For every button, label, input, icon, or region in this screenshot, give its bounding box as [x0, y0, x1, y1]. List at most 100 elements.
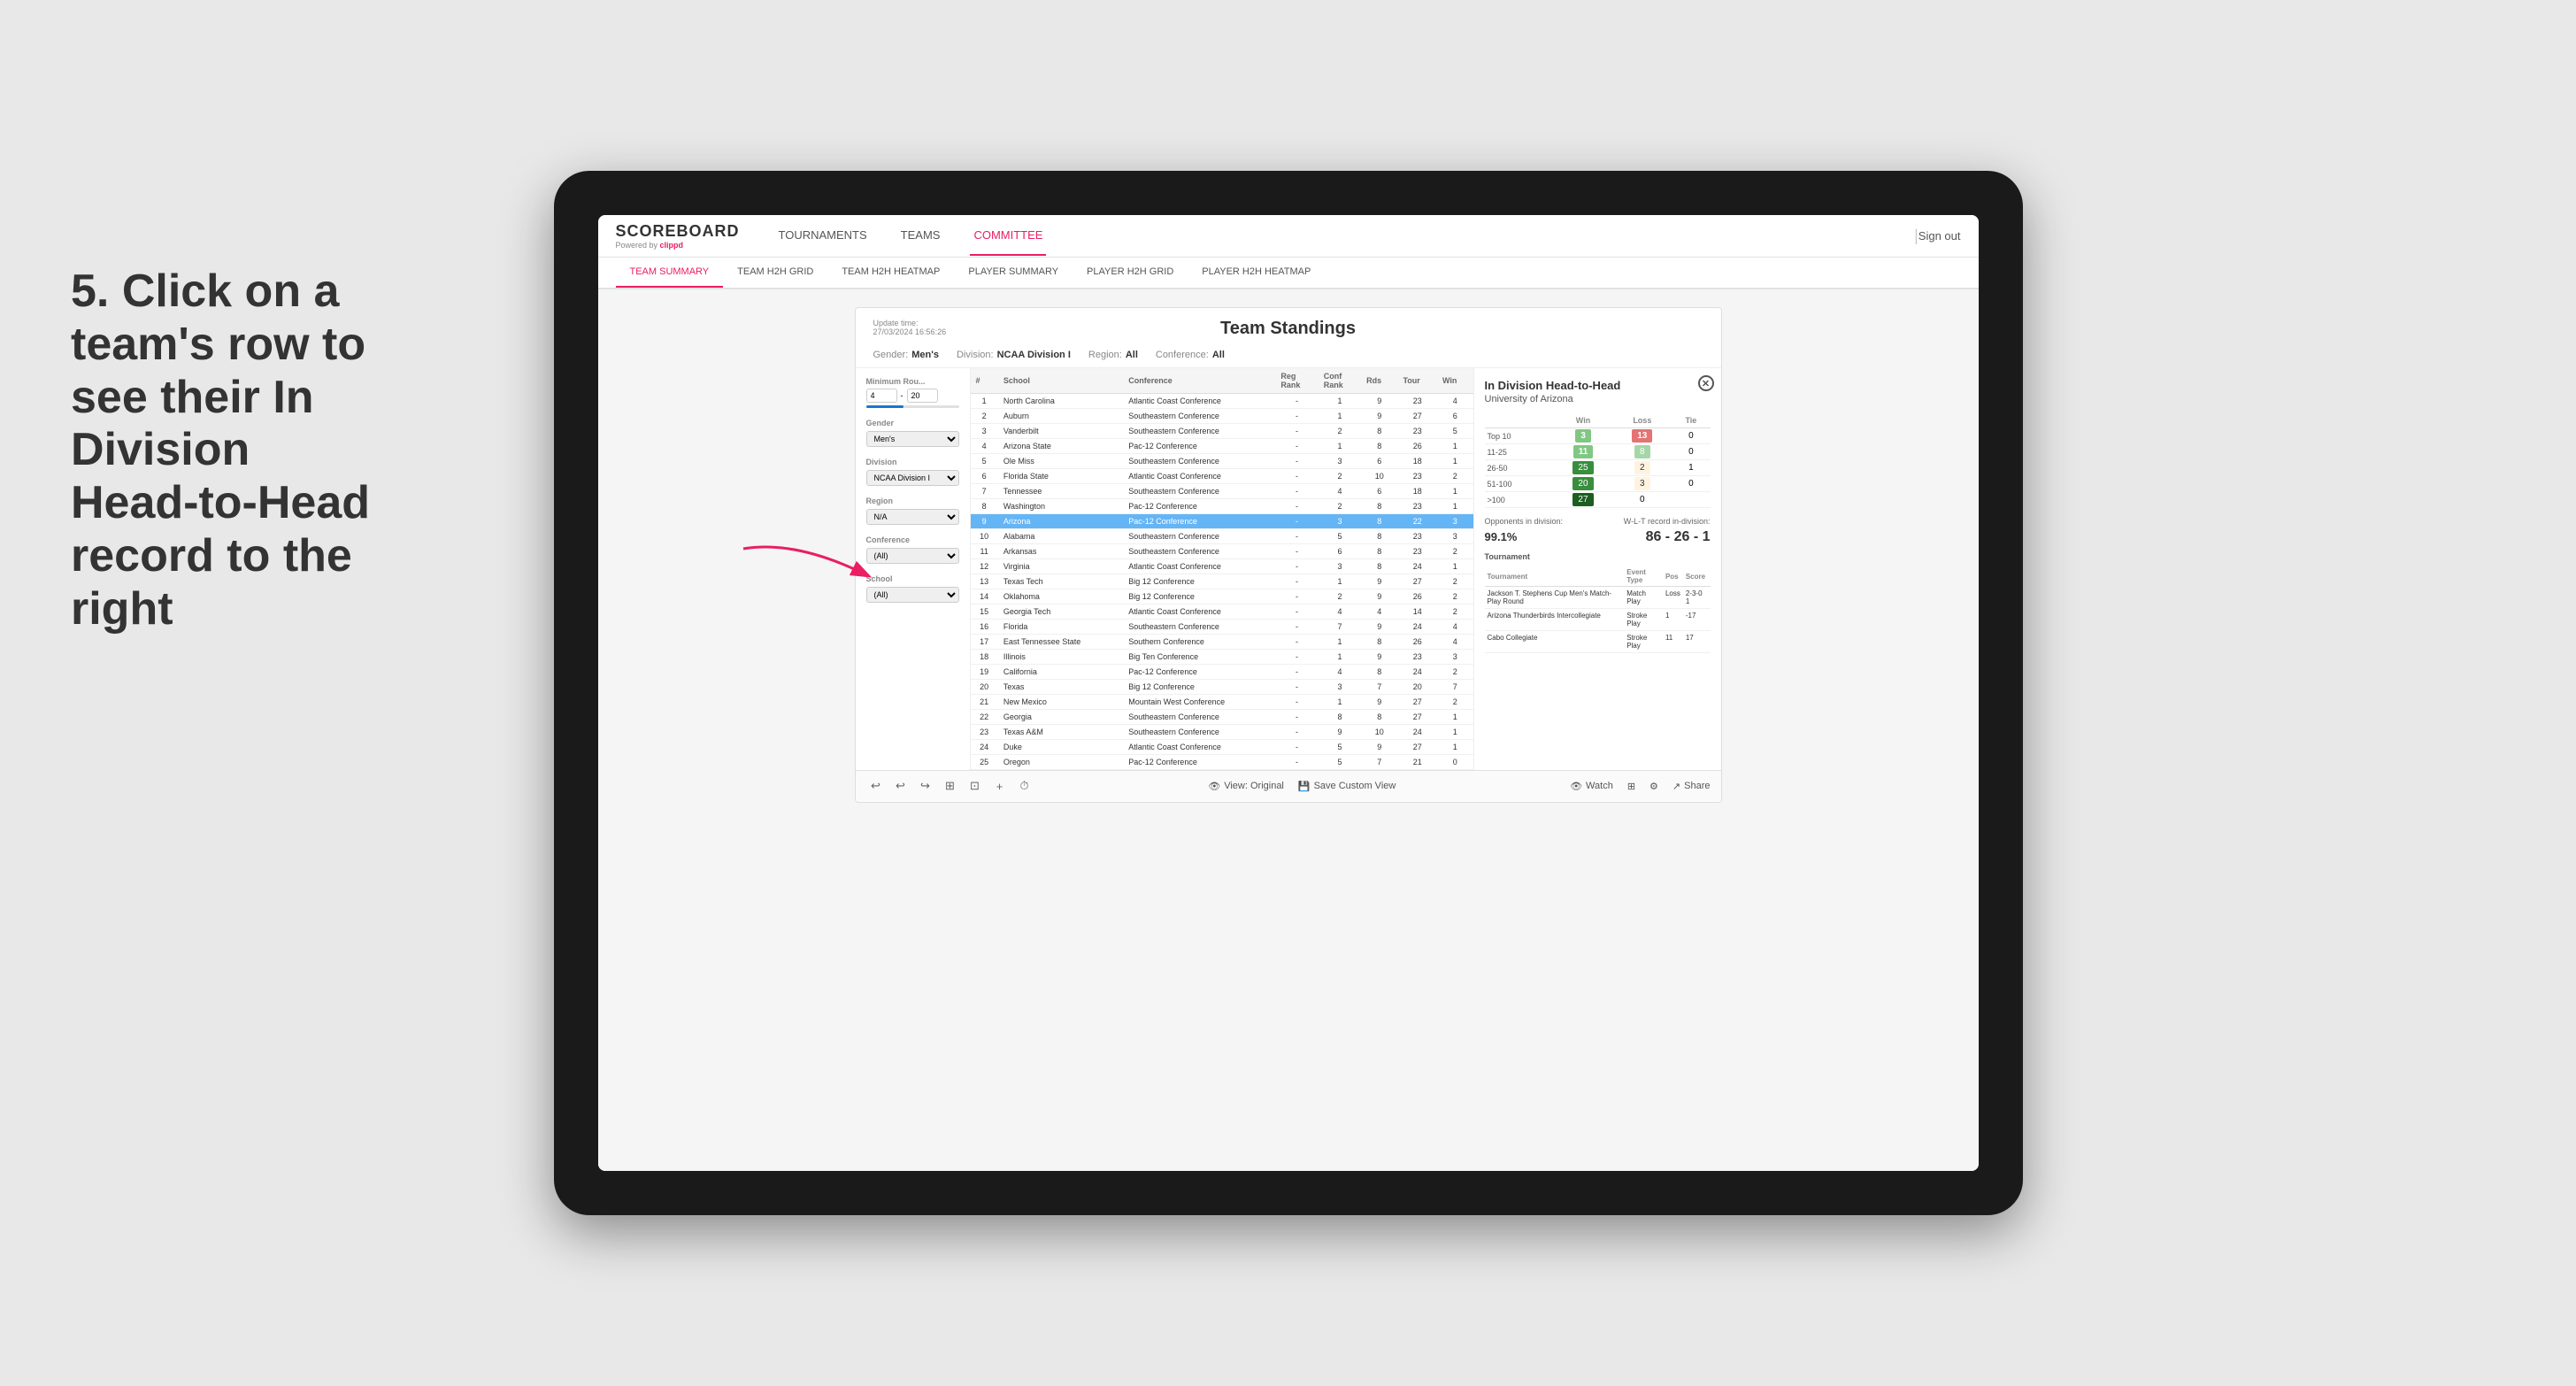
copy-button[interactable]: ⊞: [941, 776, 960, 796]
row-conference: Southeastern Conference: [1123, 725, 1275, 740]
app-panel: Update time: 27/03/2024 16:56:26 Team St…: [598, 289, 1979, 1171]
sign-out-link[interactable]: Sign out: [1919, 229, 1961, 243]
add-button[interactable]: +: [990, 776, 1010, 796]
min-rounds-max-input[interactable]: [907, 389, 938, 403]
h2h-row-top10[interactable]: Top 10 3 13 0: [1485, 428, 1711, 444]
row-conference: Atlantic Coast Conference: [1123, 469, 1275, 484]
row-conference: Atlantic Coast Conference: [1123, 559, 1275, 574]
table-row[interactable]: 24 Duke Atlantic Coast Conference - 5 9 …: [971, 740, 1473, 755]
subnav-player-h2h-grid[interactable]: PLAYER H2H GRID: [1073, 258, 1188, 288]
row-rds: 8: [1361, 635, 1397, 650]
h2h-loss-11-25: 8: [1612, 444, 1672, 460]
table-row[interactable]: 23 Texas A&M Southeastern Conference - 9…: [971, 725, 1473, 740]
row-school: Georgia Tech: [998, 604, 1123, 620]
min-rounds-min-input[interactable]: [866, 389, 897, 403]
division-select[interactable]: NCAA Division I NCAA Division II: [866, 470, 959, 486]
subnav-team-summary[interactable]: TEAM SUMMARY: [616, 258, 724, 288]
table-row[interactable]: 17 East Tennessee State Southern Confere…: [971, 635, 1473, 650]
conference-select[interactable]: (All): [866, 548, 959, 564]
update-time-label: Update time:: [873, 319, 947, 327]
table-row[interactable]: 8 Washington Pac-12 Conference - 2 8 23 …: [971, 499, 1473, 514]
row-rds: 10: [1361, 469, 1397, 484]
undo2-button[interactable]: ↩: [891, 776, 911, 796]
subnav-player-h2h-heatmap[interactable]: PLAYER H2H HEATMAP: [1188, 258, 1325, 288]
row-num: 1: [971, 394, 998, 409]
school-select[interactable]: (All): [866, 587, 959, 603]
opponents-row: Opponents in division: W-L-T record in-d…: [1485, 517, 1711, 526]
row-rds: 8: [1361, 514, 1397, 529]
row-reg-rank: -: [1275, 484, 1318, 499]
table-row[interactable]: 7 Tennessee Southeastern Conference - 4 …: [971, 484, 1473, 499]
table-row[interactable]: 22 Georgia Southeastern Conference - 8 8…: [971, 710, 1473, 725]
nav-teams[interactable]: TEAMS: [897, 216, 944, 256]
table-row[interactable]: 11 Arkansas Southeastern Conference - 6 …: [971, 544, 1473, 559]
watch-button[interactable]: 👁 Watch: [1570, 781, 1613, 792]
share-button[interactable]: ↗ Share: [1672, 781, 1711, 792]
row-win: 2: [1437, 469, 1473, 484]
nav-tournaments[interactable]: TOURNAMENTS: [775, 216, 871, 256]
table-row[interactable]: 6 Florida State Atlantic Coast Conferenc…: [971, 469, 1473, 484]
school-label: School: [866, 574, 959, 583]
range-slider[interactable]: [866, 405, 959, 408]
row-conf-rank: 1: [1319, 439, 1361, 454]
row-school: North Carolina: [998, 394, 1123, 409]
table-row[interactable]: 9 Arizona Pac-12 Conference - 3 8 22 3: [971, 514, 1473, 529]
row-rds: 6: [1361, 484, 1397, 499]
table-row[interactable]: 5 Ole Miss Southeastern Conference - 3 6…: [971, 454, 1473, 469]
sidebar-filters: Minimum Rou... -: [856, 368, 971, 770]
paste-button[interactable]: ⊡: [965, 776, 985, 796]
h2h-close-button[interactable]: ✕: [1698, 375, 1714, 391]
h2h-rank-26-50: 26-50: [1485, 460, 1554, 476]
tablet-frame: SCOREBOARD Powered by clippd TOURNAMENTS…: [554, 171, 2023, 1215]
region-filter-display: Region: All: [1088, 350, 1138, 360]
table-row[interactable]: 15 Georgia Tech Atlantic Coast Conferenc…: [971, 604, 1473, 620]
region-filter-value: All: [1126, 350, 1138, 360]
table-row[interactable]: 10 Alabama Southeastern Conference - 5 8…: [971, 529, 1473, 544]
tournament-row-2[interactable]: Arizona Thunderbirds Intercollegiate Str…: [1485, 609, 1711, 631]
table-row[interactable]: 20 Texas Big 12 Conference - 3 7 20 7: [971, 680, 1473, 695]
h2h-win-26-50: 25: [1554, 460, 1613, 476]
table-row[interactable]: 21 New Mexico Mountain West Conference -…: [971, 695, 1473, 710]
undo-button[interactable]: ↩: [866, 776, 886, 796]
h2h-row-11-25[interactable]: 11-25 11 8 0: [1485, 444, 1711, 460]
gender-select[interactable]: Men's Women's: [866, 431, 959, 447]
table-row[interactable]: 19 California Pac-12 Conference - 4 8 24…: [971, 665, 1473, 680]
h2h-row-26-50[interactable]: 26-50 25 2 1: [1485, 460, 1711, 476]
table-row[interactable]: 3 Vanderbilt Southeastern Conference - 2…: [971, 424, 1473, 439]
subnav-player-summary[interactable]: PLAYER SUMMARY: [954, 258, 1073, 288]
h2h-row-51-100[interactable]: 51-100 20 3 0: [1485, 476, 1711, 492]
table-row[interactable]: 2 Auburn Southeastern Conference - 1 9 2…: [971, 409, 1473, 424]
tour-score-2: -17: [1683, 609, 1711, 631]
table-row[interactable]: 13 Texas Tech Big 12 Conference - 1 9 27…: [971, 574, 1473, 589]
tournament-row-1[interactable]: Jackson T. Stephens Cup Men's Match-Play…: [1485, 587, 1711, 609]
table-row[interactable]: 4 Arizona State Pac-12 Conference - 1 8 …: [971, 439, 1473, 454]
save-custom-button[interactable]: 💾 Save Custom View: [1298, 781, 1396, 792]
content-area: Minimum Rou... -: [856, 368, 1721, 770]
subnav-team-h2h-grid[interactable]: TEAM H2H GRID: [723, 258, 827, 288]
layout-button[interactable]: ⊞: [1627, 781, 1635, 792]
tournament-row-3[interactable]: Cabo Collegiate Stroke Play 11 17: [1485, 631, 1711, 653]
table-row[interactable]: 25 Oregon Pac-12 Conference - 5 7 21 0: [971, 755, 1473, 770]
row-conf-rank: 1: [1319, 409, 1361, 424]
table-row[interactable]: 1 North Carolina Atlantic Coast Conferen…: [971, 394, 1473, 409]
settings-button[interactable]: ⚙: [1649, 781, 1658, 792]
tablet-screen: SCOREBOARD Powered by clippd TOURNAMENTS…: [598, 215, 1979, 1171]
row-tour: 24: [1397, 725, 1437, 740]
region-select[interactable]: N/A South: [866, 509, 959, 525]
clock-button[interactable]: ⏱: [1015, 776, 1034, 796]
table-row[interactable]: 18 Illinois Big Ten Conference - 1 9 23 …: [971, 650, 1473, 665]
row-num: 12: [971, 559, 998, 574]
view-original-button[interactable]: 👁 View: Original: [1208, 781, 1284, 792]
subnav-team-h2h-heatmap[interactable]: TEAM H2H HEATMAP: [827, 258, 954, 288]
row-reg-rank: -: [1275, 635, 1318, 650]
table-row[interactable]: 12 Virginia Atlantic Coast Conference - …: [971, 559, 1473, 574]
h2h-tie-11-25: 0: [1672, 444, 1710, 460]
record-row: 99.1% 86 - 26 - 1: [1485, 529, 1711, 545]
table-row[interactable]: 16 Florida Southeastern Conference - 7 9…: [971, 620, 1473, 635]
row-num: 23: [971, 725, 998, 740]
redo-button[interactable]: ↪: [916, 776, 935, 796]
h2h-row-gt100[interactable]: >100 27 0: [1485, 492, 1711, 508]
table-row[interactable]: 14 Oklahoma Big 12 Conference - 2 9 26 2: [971, 589, 1473, 604]
h2h-win-gt100: 27: [1554, 492, 1613, 508]
nav-committee[interactable]: COMMITTEE: [970, 216, 1046, 256]
